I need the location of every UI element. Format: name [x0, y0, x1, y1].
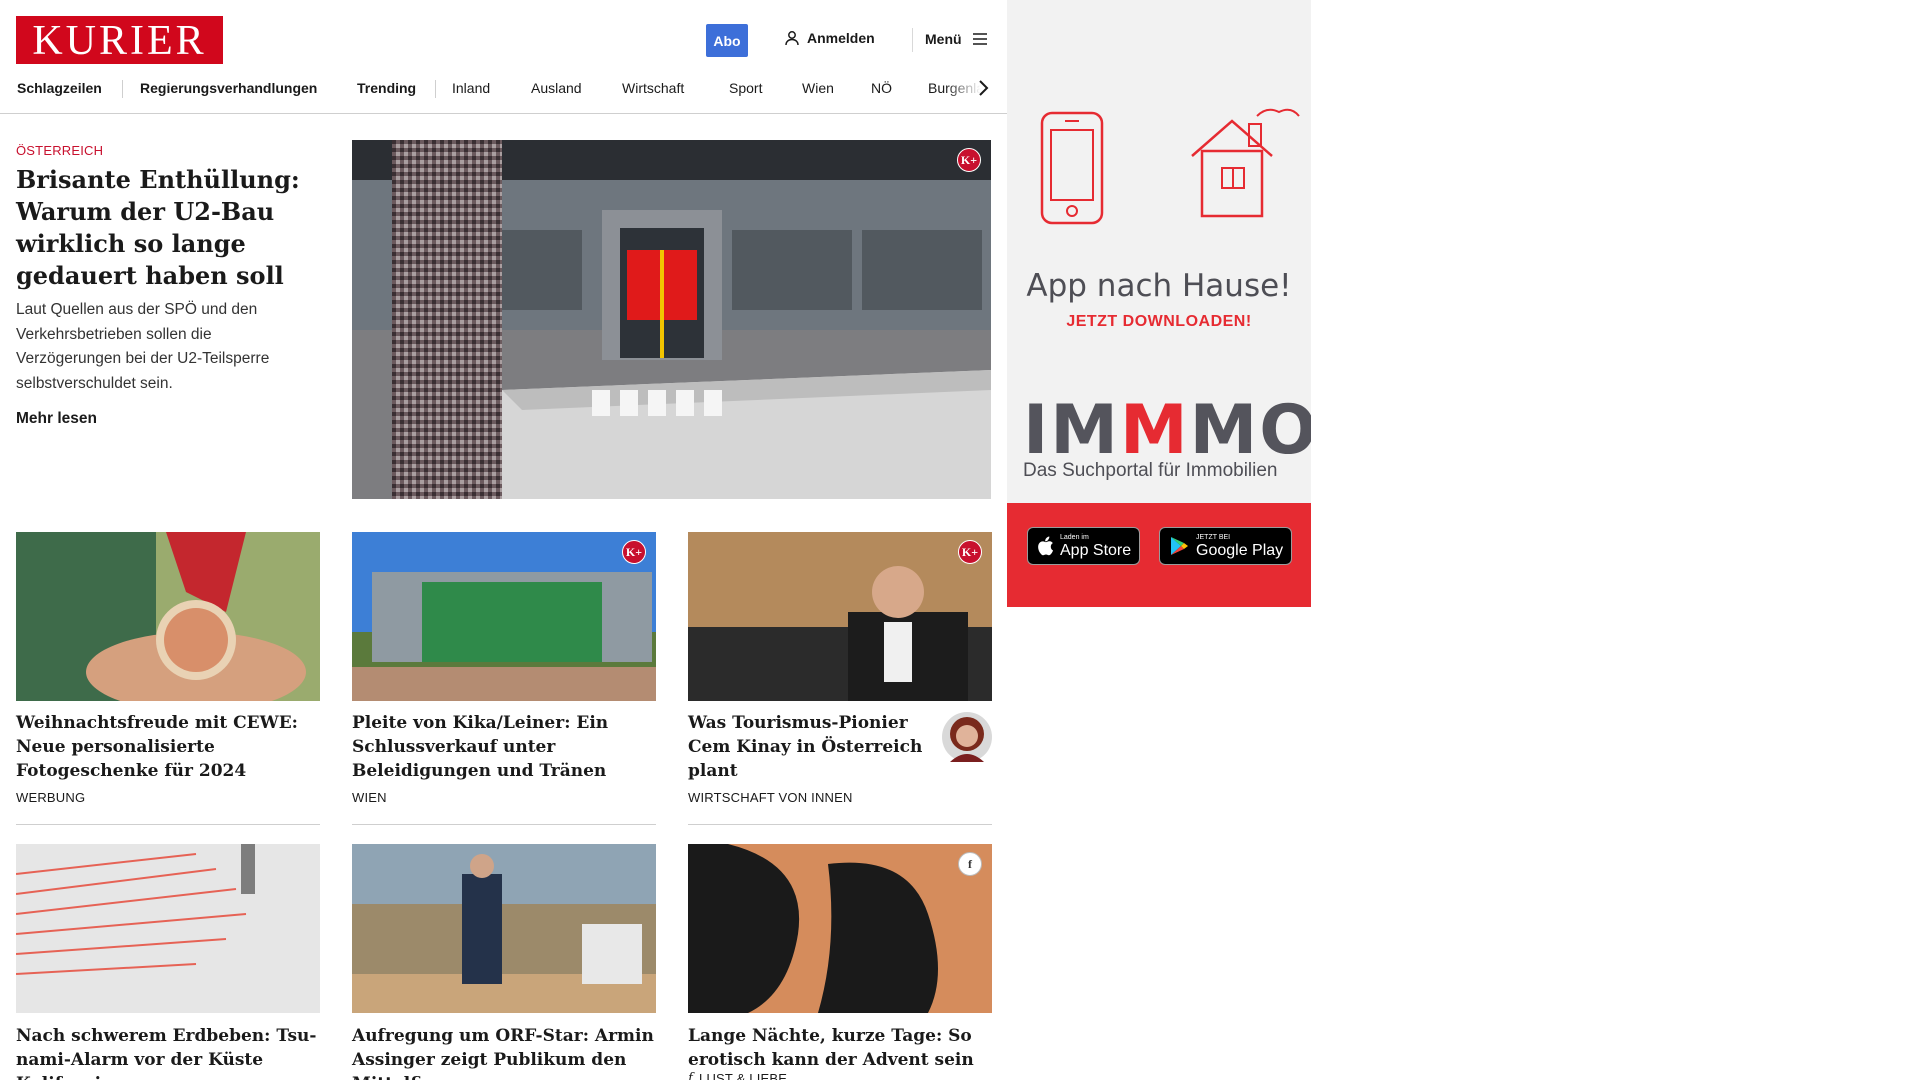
phone-icon [1040, 111, 1104, 225]
app-store-big: App Store [1060, 541, 1132, 559]
nav-item-inland[interactable]: Inland [452, 80, 490, 98]
nav-fade [945, 80, 1005, 104]
row-divider [688, 824, 992, 825]
card-tag: LUST & LIEBE [699, 1071, 788, 1080]
row-divider [352, 824, 656, 825]
header-divider [912, 28, 913, 52]
gym-scene-illustration [352, 844, 656, 1013]
app-store-text: Laden im App Store [1060, 534, 1131, 559]
house-icon [1191, 108, 1300, 218]
app-ad-banner[interactable]: App nach Hause! JETZT DOWNLOADEN! IMMMO … [1007, 0, 1311, 607]
subway-station-illustration [352, 140, 991, 499]
card-image-earthquake[interactable] [16, 844, 320, 1013]
abo-button[interactable]: Abo [706, 24, 748, 57]
google-play-big: Google Play [1196, 541, 1284, 559]
app-store-small: Laden im [1060, 533, 1089, 541]
card-image-cewe[interactable] [16, 532, 320, 701]
portrait-illustration [688, 532, 992, 701]
lead-kicker[interactable]: ÖSTERREICH [16, 143, 103, 158]
immmo-logo-accent: M [1119, 391, 1190, 470]
nav-item-regierungsverhandlungen[interactable]: Regierungsverhandlungen [140, 80, 317, 98]
card-image-advent[interactable]: f [688, 844, 992, 1013]
menu-label: Menü [925, 31, 962, 47]
nav-item-ausland[interactable]: Ausland [531, 80, 582, 98]
read-more-link[interactable]: Mehr lesen [16, 410, 97, 428]
nav-item-schlagzeilen[interactable]: Schlagzeilen [17, 80, 102, 98]
author-avatar[interactable] [942, 712, 992, 762]
nav-item-wien[interactable]: Wien [802, 80, 834, 98]
nav-item-wirtschaft[interactable]: Wirtschaft [622, 80, 684, 98]
card-image-cem-kinay[interactable]: K+ [688, 532, 992, 701]
card-title[interactable]: Nach schwerem Erdbeben: Tsu­nami-Alarm v… [16, 1024, 320, 1080]
couple-illustration [688, 844, 992, 1013]
ad-headline: App nach Hause! [1026, 268, 1292, 304]
immmo-logo: IMMMO [1023, 396, 1311, 466]
section-nav: Schlagzeilen Regierungsverhandlungen Tre… [0, 80, 1007, 114]
card-title[interactable]: Pleite von Kika/Leiner: Ein Schlussverka… [352, 711, 656, 783]
card-tag[interactable]: WIEN [352, 790, 387, 805]
login-button[interactable]: Anmelden [784, 30, 875, 46]
nav-item-noe[interactable]: NÖ [871, 80, 892, 98]
nav-item-sport[interactable]: Sport [729, 80, 762, 98]
premium-badge: K+ [958, 540, 982, 564]
card-tag[interactable]: WIRTSCHAFT VON INNEN [688, 790, 853, 805]
nav-item-trending[interactable]: Trending [357, 80, 416, 98]
ornament-photo-illustration [16, 532, 320, 701]
site-header: KURIER Abo Anmelden Menü [0, 0, 1007, 80]
row-divider [16, 824, 320, 825]
google-play-text: JETZT BEI Google Play [1196, 534, 1283, 559]
google-play-small: JETZT BEI [1196, 533, 1231, 541]
app-store-button[interactable]: Laden im App Store [1027, 527, 1141, 565]
lead-title[interactable]: Brisante Enthüllung: Warum der U2-Bau wi… [16, 164, 332, 292]
login-label: Anmelden [807, 30, 875, 46]
immmo-logo-part: MO [1189, 391, 1311, 470]
freizeit-badge: f [958, 852, 982, 876]
card-tag-row[interactable]: f LUST & LIEBE [688, 1071, 787, 1080]
nav-divider [435, 80, 436, 98]
chevron-right-icon[interactable] [976, 80, 992, 98]
immmo-logo-part: IM [1023, 391, 1120, 470]
google-play-icon [1171, 537, 1188, 555]
user-icon [785, 31, 799, 46]
card-title[interactable]: Weihnachtsfreude mit CEWE: Neue personal… [16, 711, 320, 783]
freizeit-icon: f [688, 1071, 694, 1080]
card-image-assinger[interactable] [352, 844, 656, 1013]
immmo-tagline: Das Suchportal für Immobilien [1023, 460, 1278, 481]
hamburger-icon [972, 33, 987, 45]
premium-badge: K+ [957, 148, 981, 172]
seismograph-illustration [16, 844, 320, 1013]
google-play-button[interactable]: JETZT BEI Google Play [1159, 527, 1293, 565]
leiner-building-illustration [352, 532, 656, 701]
nav-divider [122, 80, 123, 98]
lead-image-subway-station[interactable]: K+ [352, 140, 991, 499]
premium-badge: K+ [622, 540, 646, 564]
kurier-logo[interactable]: KURIER [16, 16, 223, 64]
ad-subline: JETZT DOWNLOADEN! [1066, 313, 1252, 330]
card-title[interactable]: Was Tourismus-Pionier Cem Kinay in Öster… [688, 711, 928, 783]
lead-teaser: Laut Quellen aus der SPÖ und den Verkehr… [16, 301, 270, 392]
card-image-kika-leiner[interactable]: K+ [352, 532, 656, 701]
menu-button[interactable]: Menü [925, 31, 988, 47]
card-title[interactable]: Aufregung um ORF-Star: Armin Assinger ze… [352, 1024, 656, 1080]
card-tag[interactable]: WERBUNG [16, 790, 85, 805]
card-title[interactable]: Lange Nächte, kurze Tage: So ero­tisch k… [688, 1024, 992, 1072]
apple-icon [1038, 536, 1054, 556]
